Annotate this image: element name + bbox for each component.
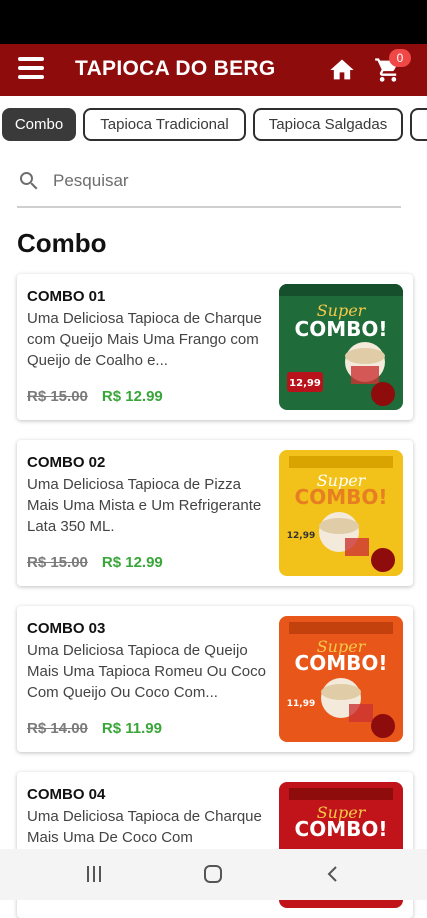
cart-count-badge: 0 xyxy=(389,49,411,67)
home-icon[interactable] xyxy=(328,56,356,84)
svg-text:COMBO!: COMBO! xyxy=(295,485,388,509)
app-bar: TAPIOCA DO BERG xyxy=(0,44,427,96)
category-tabs: Combo Tapioca Tradicional Tapioca Salgad… xyxy=(0,108,427,142)
tab-more[interactable] xyxy=(410,108,427,141)
tab-tapioca-salgadas[interactable]: Tapioca Salgadas xyxy=(253,108,403,141)
product-card[interactable]: COMBO 03 Uma Deliciosa Tapioca de Queijo… xyxy=(17,606,413,752)
product-description: Uma Deliciosa Tapioca de Queijo Mais Uma… xyxy=(27,642,266,701)
product-prices: R$ 15.00 R$ 12.99 xyxy=(27,388,163,405)
old-price: R$ 14.00 xyxy=(27,720,88,737)
current-price: R$ 12.99 xyxy=(101,388,163,405)
search-bar xyxy=(17,160,401,208)
product-name: COMBO 02 xyxy=(27,454,106,471)
svg-text:12,99: 12,99 xyxy=(289,378,321,389)
product-card[interactable]: COMBO 02 Uma Deliciosa Tapioca de Pizza … xyxy=(17,440,413,586)
product-description: Uma Deliciosa Tapioca de Charque com Que… xyxy=(27,310,262,369)
menu-icon[interactable] xyxy=(18,57,46,83)
home-nav-icon[interactable] xyxy=(204,865,222,883)
recents-icon[interactable] xyxy=(85,866,103,883)
tab-tapioca-tradicional[interactable]: Tapioca Tradicional xyxy=(83,108,246,141)
svg-text:COMBO!: COMBO! xyxy=(295,317,388,341)
svg-text:COMBO!: COMBO! xyxy=(295,817,388,841)
product-prices: R$ 14.00 R$ 11.99 xyxy=(27,720,162,737)
back-icon[interactable] xyxy=(324,865,342,883)
search-icon xyxy=(20,172,38,190)
product-name: COMBO 01 xyxy=(27,288,106,305)
current-price: R$ 12.99 xyxy=(101,554,163,571)
svg-text:12,99: 12,99 xyxy=(287,531,315,541)
svg-text:COMBO!: COMBO! xyxy=(295,651,388,675)
section-title: Combo xyxy=(17,228,107,258)
app-title: TAPIOCA DO BERG xyxy=(75,57,276,80)
system-nav-bar xyxy=(0,849,427,900)
old-price: R$ 15.00 xyxy=(27,554,88,571)
product-prices: R$ 15.00 R$ 12.99 xyxy=(27,554,163,571)
product-image: Super COMBO! 11,99 xyxy=(279,616,403,742)
search-input[interactable] xyxy=(53,166,383,196)
product-description: Uma Deliciosa Tapioca de Pizza Mais Uma … xyxy=(27,476,262,535)
status-bar xyxy=(0,0,427,44)
old-price: R$ 15.00 xyxy=(27,388,88,405)
tab-combo[interactable]: Combo xyxy=(2,108,76,141)
current-price: R$ 11.99 xyxy=(101,720,162,737)
product-card[interactable]: COMBO 01 Uma Deliciosa Tapioca de Charqu… xyxy=(17,274,413,420)
svg-text:11,99: 11,99 xyxy=(287,699,315,709)
product-name: COMBO 03 xyxy=(27,620,106,637)
product-image: Super COMBO! 12,99 xyxy=(279,450,403,576)
product-name: COMBO 04 xyxy=(27,786,106,803)
product-image: Super COMBO! 12,99 xyxy=(279,284,403,410)
